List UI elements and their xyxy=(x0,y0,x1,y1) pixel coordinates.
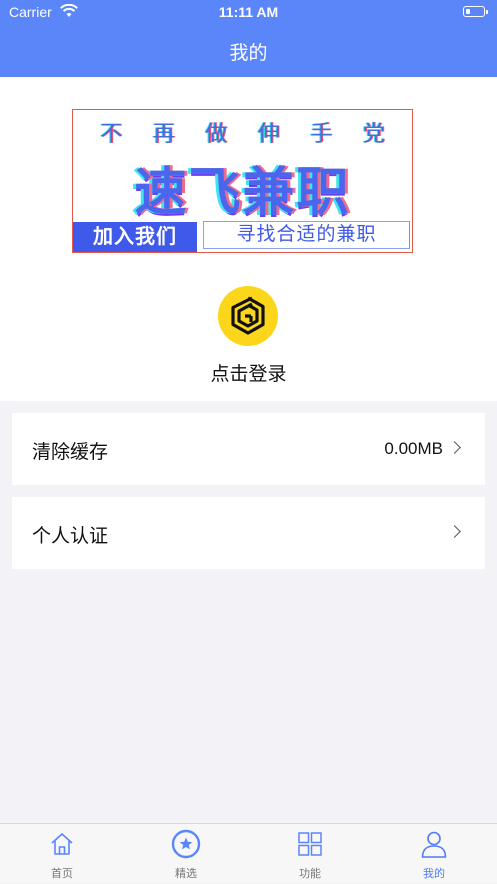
tab-functions[interactable]: 功能 xyxy=(248,824,372,884)
star-circle-icon xyxy=(171,829,201,859)
tab-featured-label: 精选 xyxy=(175,868,197,880)
page-title: 我的 xyxy=(229,43,268,64)
tab-bar: 首页 精选 功能 我的 xyxy=(0,823,497,883)
profile-panel: 不 再 做 伸 手 党 速飞兼职 加入我们 寻找合适的兼职 点击登录 xyxy=(0,77,497,401)
tab-mine-label: 我的 xyxy=(423,868,445,880)
clear-cache-row[interactable]: 清除缓存 0.00MB xyxy=(12,413,485,485)
banner-slogan: 寻找合适的兼职 xyxy=(203,221,410,249)
promo-banner[interactable]: 不 再 做 伸 手 党 速飞兼职 加入我们 寻找合适的兼职 xyxy=(72,109,413,253)
banner-footer: 加入我们 寻找合适的兼职 xyxy=(73,220,412,252)
banner-tagline-char: 伸 xyxy=(257,121,280,146)
nav-header: Carrier 11:11 AM 我的 xyxy=(0,0,497,77)
banner-tagline-char: 不 xyxy=(100,121,123,146)
status-bar: Carrier 11:11 AM xyxy=(0,0,497,26)
person-icon xyxy=(421,831,447,858)
tab-mine[interactable]: 我的 xyxy=(372,824,496,884)
home-icon xyxy=(51,833,73,855)
cache-size-value: 0.00MB xyxy=(384,439,443,458)
tab-featured[interactable]: 精选 xyxy=(124,824,248,884)
status-time: 11:11 AM xyxy=(218,4,279,20)
tab-functions-label: 功能 xyxy=(299,868,321,880)
banner-tagline: 不 再 做 伸 手 党 xyxy=(73,116,412,148)
banner-tagline-char: 再 xyxy=(152,121,175,146)
chevron-right-icon xyxy=(448,525,461,538)
clear-cache-label: 清除缓存 xyxy=(32,442,109,463)
banner-tagline-char: 做 xyxy=(205,121,228,146)
banner-tagline-char: 手 xyxy=(310,121,333,146)
banner-join-label: 加入我们 xyxy=(73,222,197,252)
tab-home[interactable]: 首页 xyxy=(0,824,124,884)
identity-verification-row[interactable]: 个人认证 xyxy=(12,497,485,569)
banner-tagline-char: 党 xyxy=(362,121,385,146)
chevron-right-icon xyxy=(448,441,461,454)
banner-headline: 速飞兼职 xyxy=(134,164,351,222)
battery-icon xyxy=(463,6,488,17)
app-logo-icon[interactable] xyxy=(218,286,278,346)
identity-verification-label: 个人认证 xyxy=(32,526,109,547)
tab-home-label: 首页 xyxy=(51,868,73,880)
grid-icon xyxy=(298,832,322,856)
login-link[interactable]: 点击登录 xyxy=(0,359,497,386)
